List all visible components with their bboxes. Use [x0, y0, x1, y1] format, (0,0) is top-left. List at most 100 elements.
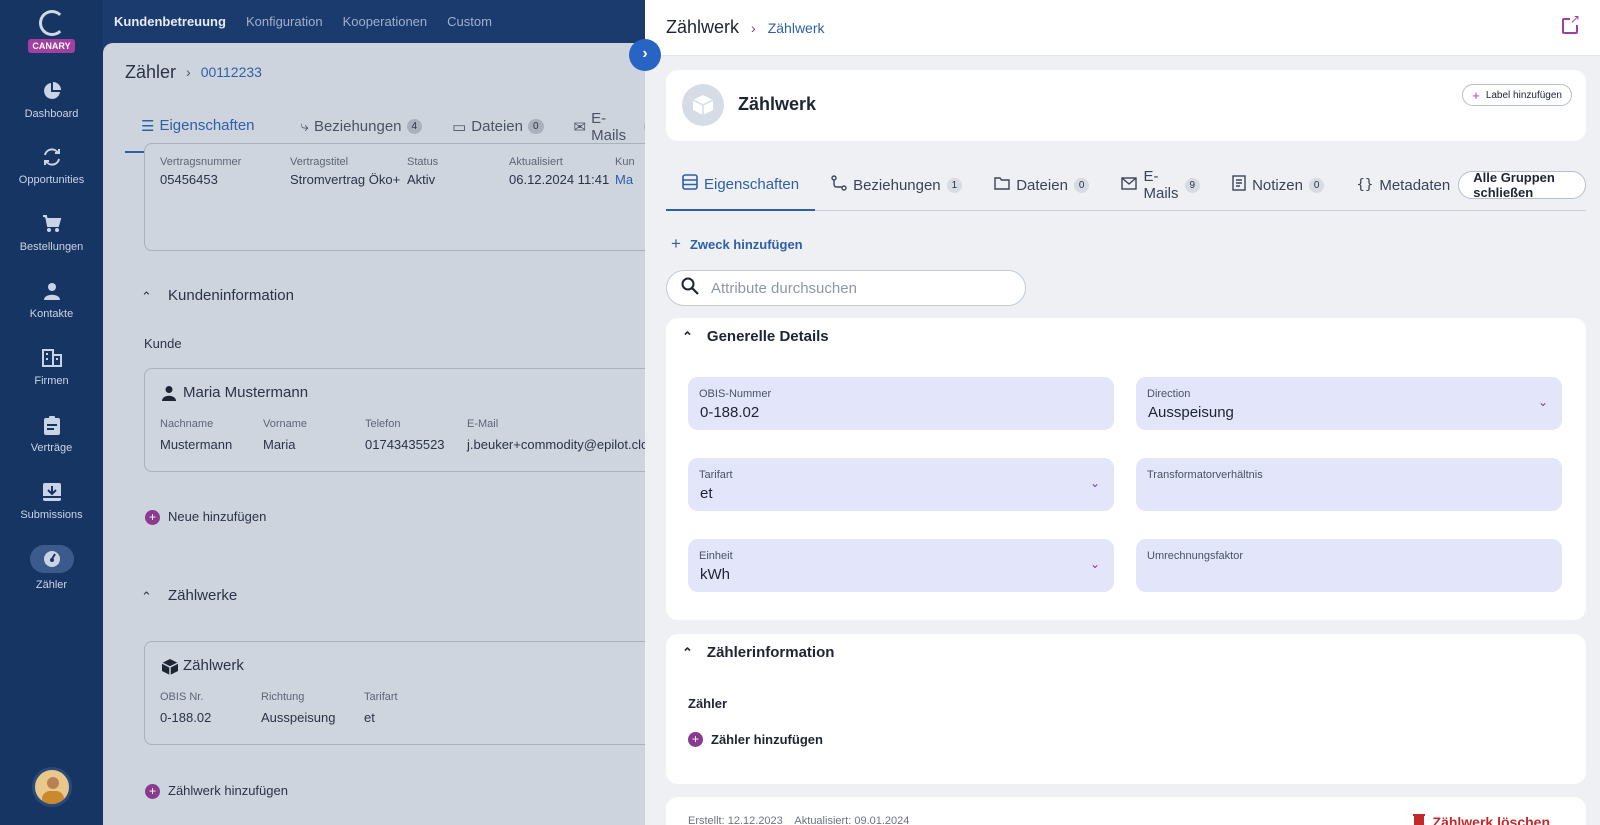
sidebar-item-label: Verträge	[30, 442, 73, 454]
tab-notes[interactable]: Notizen 0	[1216, 160, 1340, 211]
sidebar-item-contracts[interactable]: Verträge	[0, 414, 103, 454]
transformer-ratio-field[interactable]: Transformatorverhältnis	[1136, 458, 1562, 511]
search-icon	[681, 277, 699, 300]
tab-label: Metadaten	[1379, 176, 1451, 194]
sidebar-item-dashboard[interactable]: Dashboard	[0, 80, 103, 120]
box-icon	[682, 84, 724, 126]
col-label: Vertragsnummer	[160, 156, 242, 168]
folder-icon: ▭	[452, 118, 467, 136]
sidebar-item-contacts[interactable]: Kontakte	[0, 280, 103, 320]
tariff-type-select[interactable]: Tarifart et ⌄	[688, 458, 1114, 511]
logo[interactable]: CANARY	[0, 10, 103, 54]
field-label: Einheit	[699, 550, 733, 562]
breadcrumb-current[interactable]: Zählwerk	[768, 20, 825, 36]
chevron-down-icon: ⌄	[1089, 476, 1100, 490]
conversion-factor-field[interactable]: Umrechnungsfaktor	[1136, 539, 1562, 592]
chevron-up-icon: ⌃	[682, 328, 693, 344]
count-badge: 0	[1308, 177, 1325, 193]
clipboard-icon	[41, 414, 63, 436]
obis-number-field[interactable]: OBIS-Nummer 0-188.02	[688, 377, 1114, 430]
tab-properties[interactable]: Eigenschaften	[666, 160, 816, 211]
search-input[interactable]	[711, 279, 991, 297]
chevron-up-icon[interactable]: ⌃	[141, 289, 152, 305]
group-header[interactable]: ⌃ Generelle Details	[682, 328, 829, 345]
tab-label: E-Mails	[591, 109, 627, 144]
topnav-custom[interactable]: Custom	[447, 14, 492, 29]
tab-metadata[interactable]: {} Metadaten	[1340, 160, 1458, 211]
breadcrumb-root[interactable]: Zähler	[125, 62, 176, 83]
field-value: Ausspeisung	[1148, 404, 1234, 421]
sidebar-item-companies[interactable]: Firmen	[0, 347, 103, 387]
count-badge: 1	[946, 177, 963, 193]
contract-card[interactable]: Vertragsnummer Vertragstitel Status Aktu…	[144, 143, 663, 251]
tab-emails[interactable]: E-Mails 9	[1105, 160, 1216, 211]
add-purpose-button[interactable]: + Zweck hinzufügen	[671, 234, 803, 254]
topnav-cooperations[interactable]: Kooperationen	[343, 14, 428, 29]
topnav-configuration[interactable]: Konfiguration	[246, 14, 323, 29]
count-badge: 0	[1073, 177, 1090, 193]
collapse-all-groups-button[interactable]: Alle Gruppen schließen	[1458, 170, 1586, 200]
entity-title: Zählwerk	[738, 94, 817, 114]
field-value: kWh	[700, 566, 730, 583]
field-label: Umrechnungsfaktor	[1147, 550, 1243, 562]
add-register-link[interactable]: Zählwerk hinzufügen	[168, 783, 288, 798]
mail-icon: ✉	[573, 118, 587, 136]
contact-card[interactable]: Maria Mustermann Nachname Vorname Telefo…	[144, 368, 663, 472]
chevron-down-icon: ⌄	[1537, 395, 1548, 409]
tab-files[interactable]: Dateien 0	[978, 160, 1105, 211]
field-value: 0-188.02	[700, 404, 760, 421]
delete-register-button[interactable]: Zählwerk löschen	[1412, 813, 1550, 825]
breadcrumb-id[interactable]: 00112233	[201, 64, 262, 80]
collapse-panel-button[interactable]: ›	[629, 39, 661, 71]
contract-updated: 06.12.2024 11:41	[509, 172, 610, 187]
direction-select[interactable]: Direction Ausspeisung ⌄	[1136, 377, 1562, 430]
field-label: Direction	[1147, 388, 1191, 400]
add-label-button[interactable]: + Label hinzufügen	[1462, 84, 1572, 106]
col-label: OBIS Nr.	[160, 691, 204, 703]
count-badge: 4	[406, 119, 423, 134]
col-label: Telefon	[365, 418, 401, 430]
contact-phone: 01743435523	[365, 437, 445, 452]
top-navigation: Kundenbetreuung Konfiguration Kooperatio…	[103, 0, 643, 43]
plus-circle-icon: +	[145, 784, 160, 799]
panel-footer: Erstellt: 12.12.2023 Aktualisiert: 09.01…	[666, 797, 1586, 825]
register-direction: Ausspeisung	[261, 710, 336, 725]
list-icon	[682, 174, 698, 194]
contact-firstname: Maria	[263, 437, 296, 452]
sidebar-item-submissions[interactable]: Submissions	[0, 481, 103, 521]
col-label: E-Mail	[467, 418, 499, 430]
background-entity-page: Zähler › 00112233 ☰ Eigenschaften ⤷ Bezi…	[103, 43, 663, 825]
add-meter-button[interactable]: + Zähler hinzufügen	[688, 732, 823, 747]
add-customer-link[interactable]: Neue hinzufügen	[168, 509, 266, 524]
section-title: Zählwerke	[168, 587, 238, 604]
pie-chart-icon	[41, 80, 63, 102]
button-label: Zweck hinzufügen	[689, 236, 803, 252]
sidebar-item-opportunities[interactable]: Opportunities	[0, 146, 103, 186]
unit-select[interactable]: Einheit kWh ⌄	[688, 539, 1114, 592]
chevron-right-icon: ›	[186, 64, 191, 80]
topnav-customer-care[interactable]: Kundenbetreuung	[114, 14, 226, 29]
sidebar-item-meters[interactable]: Zähler	[0, 545, 103, 591]
col-label: Nachname	[160, 418, 214, 430]
register-name[interactable]: Zählwerk	[183, 657, 244, 674]
building-icon	[41, 347, 63, 369]
tab-relations[interactable]: Beziehungen 1	[815, 160, 978, 211]
detail-panel: Zählwerk › Zählwerk Zählwerk + Label hin…	[645, 0, 1600, 825]
user-avatar[interactable]	[32, 767, 72, 807]
register-card[interactable]: Zählwerk OBIS Nr. Richtung Tarifart 0-18…	[144, 641, 663, 745]
breadcrumb-root[interactable]: Zählwerk	[666, 17, 739, 38]
sidebar-item-label: Zähler	[35, 579, 68, 591]
contact-name[interactable]: Maria Mustermann	[183, 384, 308, 401]
group-header[interactable]: ⌃ Zählerinformation	[682, 644, 834, 661]
chevron-up-icon[interactable]: ⌃	[141, 589, 152, 605]
breadcrumb: Zähler › 00112233	[103, 43, 663, 101]
tab-label: Notizen	[1252, 176, 1303, 194]
contract-customer-link[interactable]: Ma	[615, 172, 633, 187]
field-label: Tarifart	[699, 469, 733, 481]
chevron-right-icon: ›	[751, 19, 756, 36]
open-external-icon[interactable]	[1562, 13, 1580, 34]
tab-label: Dateien	[1016, 176, 1068, 194]
sidebar-item-orders[interactable]: Bestellungen	[0, 213, 103, 253]
list-icon: ☰	[141, 117, 155, 135]
plus-circle-icon: +	[688, 732, 703, 747]
